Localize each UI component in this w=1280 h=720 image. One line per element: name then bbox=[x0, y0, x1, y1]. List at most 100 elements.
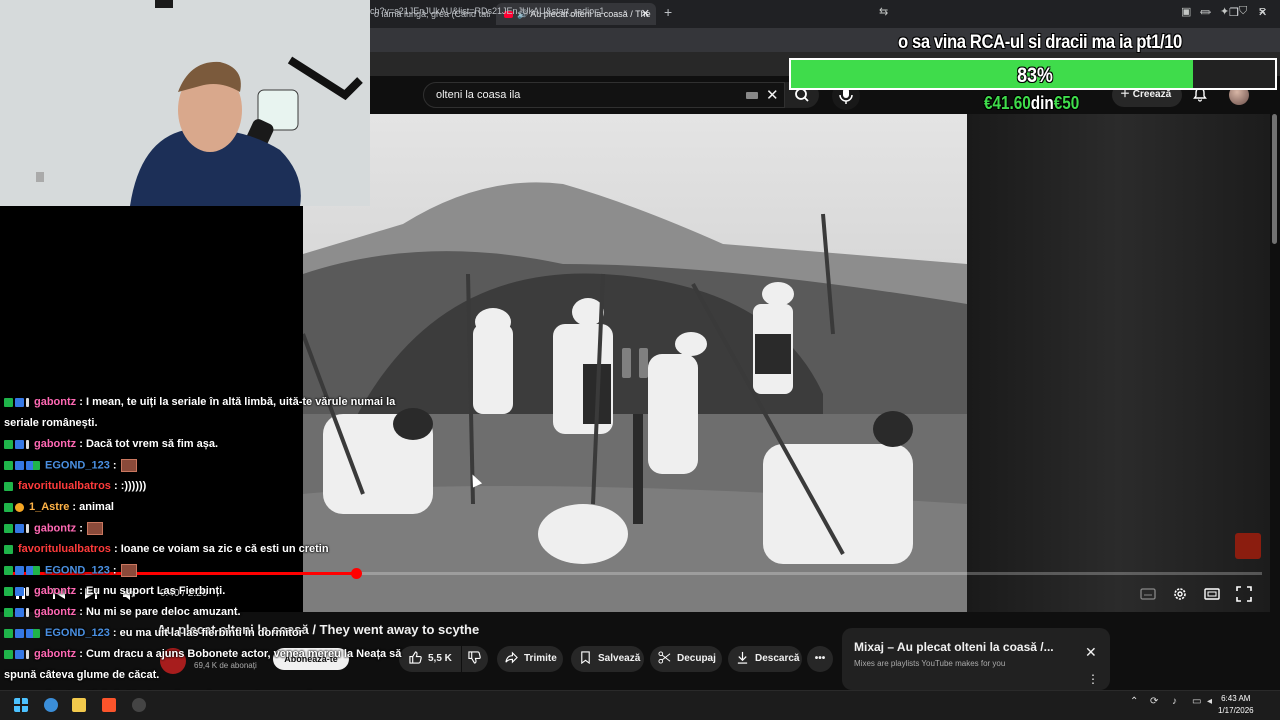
chat-badges-icon bbox=[4, 396, 31, 408]
clip-label: Decupaj bbox=[677, 653, 716, 664]
chat-text: : bbox=[112, 564, 117, 577]
chat-badges-icon bbox=[4, 523, 31, 535]
page-scrollbar[interactable] bbox=[1270, 114, 1280, 690]
donation-amount: €41.60din€50 bbox=[984, 93, 1079, 114]
wallet-icon[interactable]: ▭ bbox=[1200, 5, 1210, 18]
dislike-button[interactable] bbox=[462, 646, 488, 672]
chat-text: : bbox=[79, 522, 83, 535]
subtitles-icon[interactable] bbox=[1140, 586, 1156, 602]
file-explorer-icon[interactable] bbox=[72, 698, 86, 712]
settings-gear-icon[interactable] bbox=[1172, 586, 1188, 602]
like-count: 5,5 K bbox=[428, 653, 452, 664]
menu-icon[interactable]: ≡ bbox=[1259, 5, 1265, 17]
scrollbar-thumb[interactable] bbox=[1272, 114, 1277, 244]
chat-text: : :)))))) bbox=[113, 480, 147, 492]
tray-speaker-icon[interactable]: ◂ bbox=[1207, 696, 1212, 707]
taskbar-clock[interactable]: 6:43 AM 1/17/2026 bbox=[1218, 693, 1254, 717]
chat-username[interactable]: gabontz bbox=[34, 438, 76, 450]
search-box[interactable]: olteni la coasa ila ✕ bbox=[423, 82, 785, 108]
chat-badges-icon bbox=[4, 480, 15, 492]
chat-badges-icon bbox=[4, 585, 31, 597]
chat-text: : eu ma uit la las fierbinti in dormitor bbox=[112, 627, 303, 639]
clear-search-icon[interactable]: ✕ bbox=[766, 86, 779, 104]
restore-button[interactable]: ❐ bbox=[1229, 6, 1239, 19]
chat-badges-icon bbox=[4, 565, 42, 577]
obs-icon[interactable] bbox=[132, 698, 146, 712]
chat-message: favoritulualbatros : Ioane ce voiam sa z… bbox=[4, 543, 329, 555]
chat-username[interactable]: gabontz bbox=[34, 396, 76, 408]
bookmark-icon bbox=[581, 651, 590, 664]
clock-date: 1/17/2026 bbox=[1218, 706, 1254, 715]
more-actions-button[interactable]: ••• bbox=[807, 646, 833, 672]
chat-username[interactable]: gabontz bbox=[34, 585, 76, 597]
chat-username[interactable]: favoritulualbatros bbox=[18, 480, 111, 492]
more-dots-icon: ••• bbox=[814, 653, 826, 664]
sidebar-icon[interactable]: ▣ bbox=[1181, 5, 1191, 18]
windows-start-icon[interactable] bbox=[14, 698, 28, 712]
chat-text: : Eu nu suport Las Fierbinți. bbox=[79, 585, 226, 597]
chat-badges-icon bbox=[4, 438, 31, 450]
theater-mode-icon[interactable] bbox=[1204, 586, 1220, 602]
close-mix-icon[interactable]: ✕ bbox=[1085, 644, 1097, 661]
save-label: Salvează bbox=[598, 653, 641, 664]
ai-icon[interactable]: ✦ bbox=[1220, 5, 1229, 18]
scissors-icon bbox=[658, 651, 671, 664]
chat-message: EGOND_123 : eu ma uit la las fierbinti i… bbox=[4, 627, 303, 639]
close-tab-icon[interactable]: ✕ bbox=[641, 3, 650, 25]
download-label: Descarcă bbox=[755, 653, 800, 664]
clock-time: 6:43 AM bbox=[1221, 694, 1251, 703]
chat-text: : bbox=[112, 459, 117, 472]
chat-text: seriale românești. bbox=[4, 417, 98, 429]
chat-message: gabontz : Dacă tot vrem să fim așa. bbox=[4, 438, 218, 450]
plus-icon: ＋ bbox=[1120, 89, 1133, 100]
keyboard-icon[interactable] bbox=[746, 92, 758, 99]
download-icon bbox=[737, 651, 748, 664]
chat-text: spună câteva glume de căcat. bbox=[4, 669, 160, 681]
chat-username[interactable]: 1_Astre bbox=[29, 501, 69, 513]
search-input[interactable]: olteni la coasa ila bbox=[436, 89, 520, 101]
chat-username[interactable]: gabontz bbox=[34, 648, 76, 660]
chat-username[interactable]: gabontz bbox=[34, 522, 76, 534]
chat-text: : Nu mi se pare deloc amuzant. bbox=[79, 606, 241, 618]
create-label: Creează bbox=[1132, 89, 1172, 100]
save-button[interactable]: Salvează bbox=[571, 646, 644, 672]
clip-button[interactable]: Decupaj bbox=[650, 646, 722, 672]
chat-username[interactable]: EGOND_123 bbox=[45, 627, 110, 639]
chat-username[interactable]: gabontz bbox=[34, 606, 76, 618]
fullscreen-icon[interactable] bbox=[1236, 586, 1252, 602]
mix-playlist-card[interactable]: Mixaj – Au plecat olteni la coasă /... M… bbox=[842, 628, 1110, 690]
chat-badges-icon bbox=[4, 648, 31, 660]
channel-watermark-icon[interactable] bbox=[1235, 533, 1261, 559]
chat-emote-icon bbox=[86, 522, 103, 535]
edge-icon[interactable] bbox=[44, 698, 58, 712]
shield-icon[interactable]: ⛉ bbox=[1239, 5, 1247, 18]
new-tab-button[interactable]: + bbox=[664, 4, 672, 20]
brave-browser-icon[interactable] bbox=[102, 698, 116, 712]
tray-app-icon[interactable]: ⟳ bbox=[1150, 696, 1158, 707]
chat-message: favoritulualbatros : :)))))) bbox=[4, 480, 146, 492]
chat-username[interactable]: EGOND_123 bbox=[45, 459, 110, 471]
mix-menu-icon[interactable]: ⋮ bbox=[1087, 672, 1099, 686]
chat-username[interactable]: EGOND_123 bbox=[45, 564, 110, 576]
chat-text: : I mean, te uiți la seriale în altă lim… bbox=[79, 396, 396, 408]
chat-message: gabontz : bbox=[4, 522, 103, 535]
tray-chevron-icon[interactable]: ⌃ bbox=[1130, 696, 1138, 707]
chat-text: : Ioane ce voiam sa zic e că esti un cre… bbox=[113, 543, 329, 555]
chat-username[interactable]: favoritulualbatros bbox=[18, 543, 111, 555]
tray-mic-icon[interactable]: ♪ bbox=[1172, 696, 1177, 707]
share-button[interactable]: Trimite bbox=[497, 646, 563, 672]
donation-separator: din bbox=[1030, 93, 1054, 113]
chat-message-continuation: seriale românești. bbox=[4, 417, 98, 429]
donation-current: €41.60 bbox=[984, 93, 1031, 113]
chat-message: EGOND_123 : bbox=[4, 564, 137, 577]
chat-message: gabontz : Nu mi se pare deloc amuzant. bbox=[4, 606, 241, 618]
download-button[interactable]: Descarcă bbox=[728, 646, 802, 672]
chat-overlay: gabontz : I mean, te uiți la seriale în … bbox=[0, 0, 420, 720]
chat-message: gabontz : Cum dracu a ajuns Bobonete act… bbox=[4, 648, 401, 660]
chat-badges-icon bbox=[4, 501, 26, 513]
mix-title: Mixaj – Au plecat olteni la coasă /... bbox=[854, 640, 1054, 654]
tray-display-icon[interactable]: ▭ bbox=[1192, 696, 1201, 707]
translate-icon[interactable]: ⇆ bbox=[879, 5, 888, 18]
windows-taskbar bbox=[0, 690, 1280, 720]
chat-emote-icon bbox=[120, 564, 137, 577]
